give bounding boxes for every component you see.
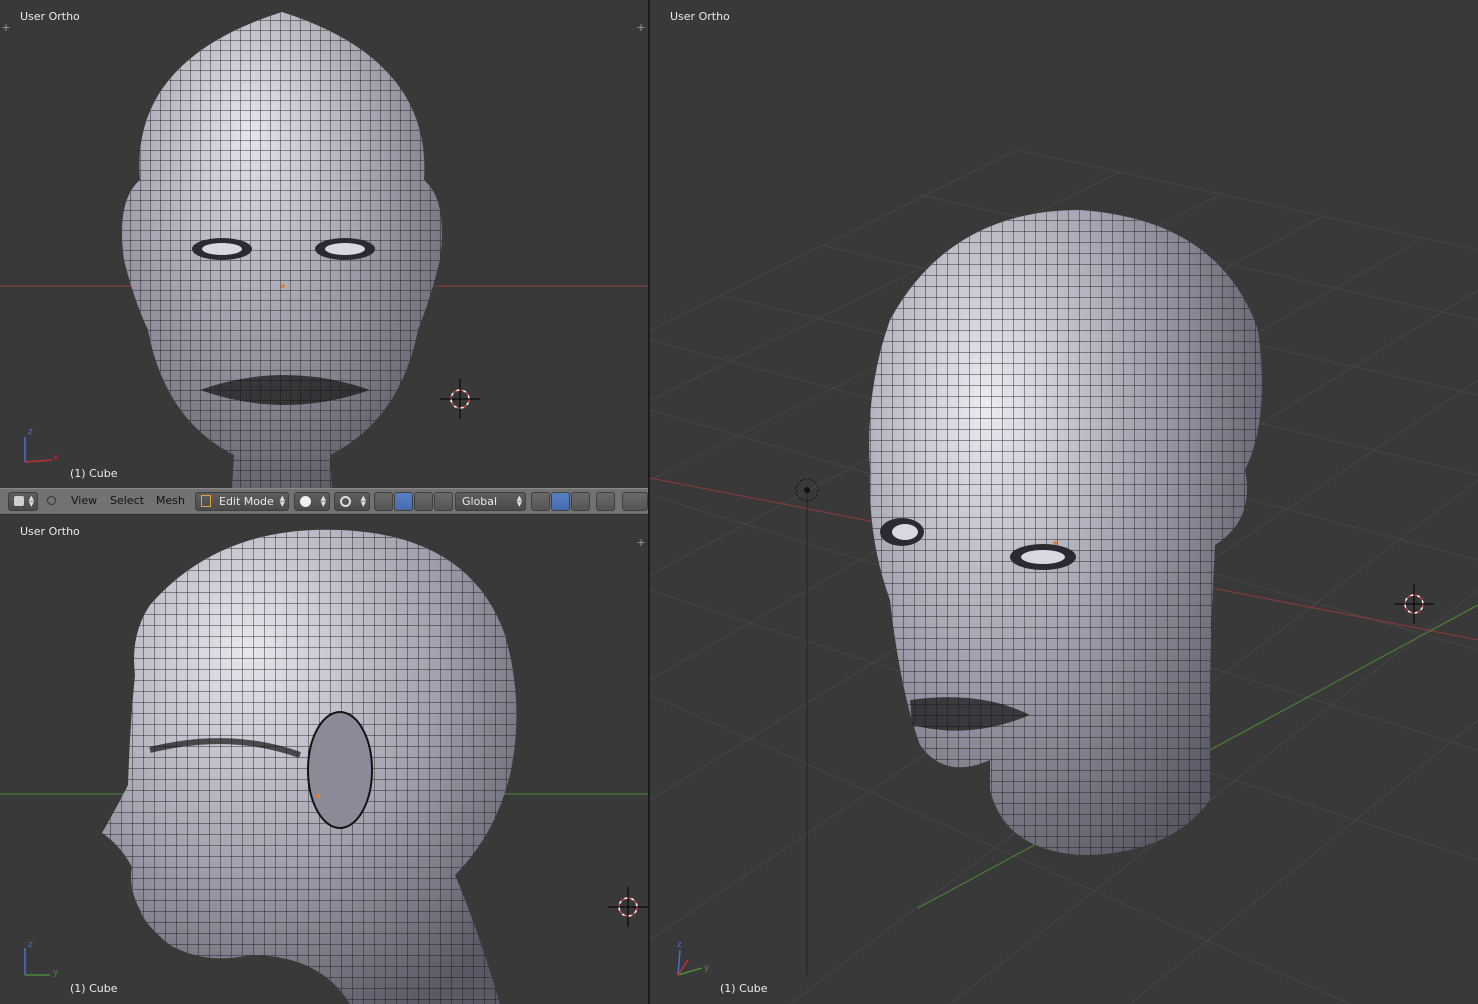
chevron-updown-icon: ▲ ▼ xyxy=(320,494,326,508)
pivot-icon xyxy=(340,496,351,507)
svg-text:z: z xyxy=(28,427,33,437)
pivot-select[interactable]: ▲ ▼ xyxy=(334,492,370,511)
orientation-label: Global xyxy=(462,495,498,508)
chevron-updown-icon: ▲ ▼ xyxy=(360,494,366,508)
head-mesh-front xyxy=(122,12,442,488)
svg-text:y: y xyxy=(704,963,710,973)
menu-select[interactable]: Select xyxy=(110,494,144,507)
axis-gizmo-icon: z y xyxy=(24,940,59,978)
area-split-icon[interactable]: + xyxy=(636,22,646,33)
limit-selection-icon[interactable] xyxy=(596,492,615,511)
viewport-bottom-left-scene: z y xyxy=(0,529,648,1004)
scale-icon[interactable] xyxy=(434,492,453,511)
svg-text:x: x xyxy=(53,453,59,463)
ear xyxy=(307,711,373,829)
view-name: User Ortho xyxy=(20,10,80,23)
svg-text:z: z xyxy=(28,940,33,950)
area-split-icon[interactable]: + xyxy=(1,22,11,33)
svg-text:y: y xyxy=(53,968,59,978)
editor-type-button[interactable]: ▲ ▼ xyxy=(8,492,38,511)
shading-icon xyxy=(300,496,311,507)
collapse-icon[interactable] xyxy=(47,496,56,505)
translate-icon[interactable] xyxy=(394,492,413,511)
mode-icon xyxy=(201,495,211,507)
view-name: User Ortho xyxy=(670,10,730,23)
3d-view-header: ▲ ▼ View Select Mesh Edit Mode ▲ ▼ ▲ ▼ ▲ ▼ G… xyxy=(0,488,648,515)
area-split-icon[interactable]: + xyxy=(636,537,646,548)
menu-view[interactable]: View xyxy=(71,494,97,507)
view-name: User Ortho xyxy=(20,525,80,538)
viewport-right-scene: z y xyxy=(650,149,1478,1004)
origin-dot xyxy=(281,284,285,288)
edge-select-icon[interactable] xyxy=(551,492,570,511)
rotate-icon[interactable] xyxy=(414,492,433,511)
head-mesh-perspective xyxy=(869,210,1262,855)
axis-gizmo-icon: z x xyxy=(24,427,59,463)
object-label: (1) Cube xyxy=(70,982,118,995)
mode-label: Edit Mode xyxy=(219,495,274,508)
editor-type-icon xyxy=(14,496,24,506)
viewport-top-left[interactable]: z x User Ortho (1) Cube + + xyxy=(0,0,648,488)
menu-mesh[interactable]: Mesh xyxy=(156,494,185,507)
shading-select[interactable]: ▲ ▼ xyxy=(294,492,330,511)
origin-dot xyxy=(1053,541,1057,545)
3d-cursor-icon xyxy=(440,379,480,419)
axis-gizmo-icon: z y xyxy=(677,940,710,976)
object-label: (1) Cube xyxy=(720,982,768,995)
proportional-icon[interactable] xyxy=(622,492,648,511)
orientation-select[interactable]: Global ▲ ▼ xyxy=(455,492,526,511)
chevron-updown-icon: ▲ ▼ xyxy=(28,494,34,508)
chevron-updown-icon: ▲ ▼ xyxy=(516,494,522,508)
face-select-icon[interactable] xyxy=(571,492,590,511)
3d-cursor-icon xyxy=(608,887,648,927)
viewport-right[interactable]: z y User Ortho (1) Cube xyxy=(650,0,1478,1004)
svg-text:z: z xyxy=(677,940,682,950)
origin-dot xyxy=(316,794,320,798)
chevron-updown-icon: ▲ ▼ xyxy=(279,494,285,508)
head-mesh-side xyxy=(102,529,517,1004)
viewport-bottom-left[interactable]: z y User Ortho (1) Cube + xyxy=(0,515,648,1004)
viewport-top-left-scene: z x xyxy=(0,12,648,488)
vertex-select-icon[interactable] xyxy=(531,492,550,511)
object-label: (1) Cube xyxy=(70,467,118,480)
manipulator-icon[interactable] xyxy=(374,492,393,511)
3d-cursor-icon xyxy=(1394,584,1434,624)
mode-select[interactable]: Edit Mode ▲ ▼ xyxy=(195,492,289,511)
